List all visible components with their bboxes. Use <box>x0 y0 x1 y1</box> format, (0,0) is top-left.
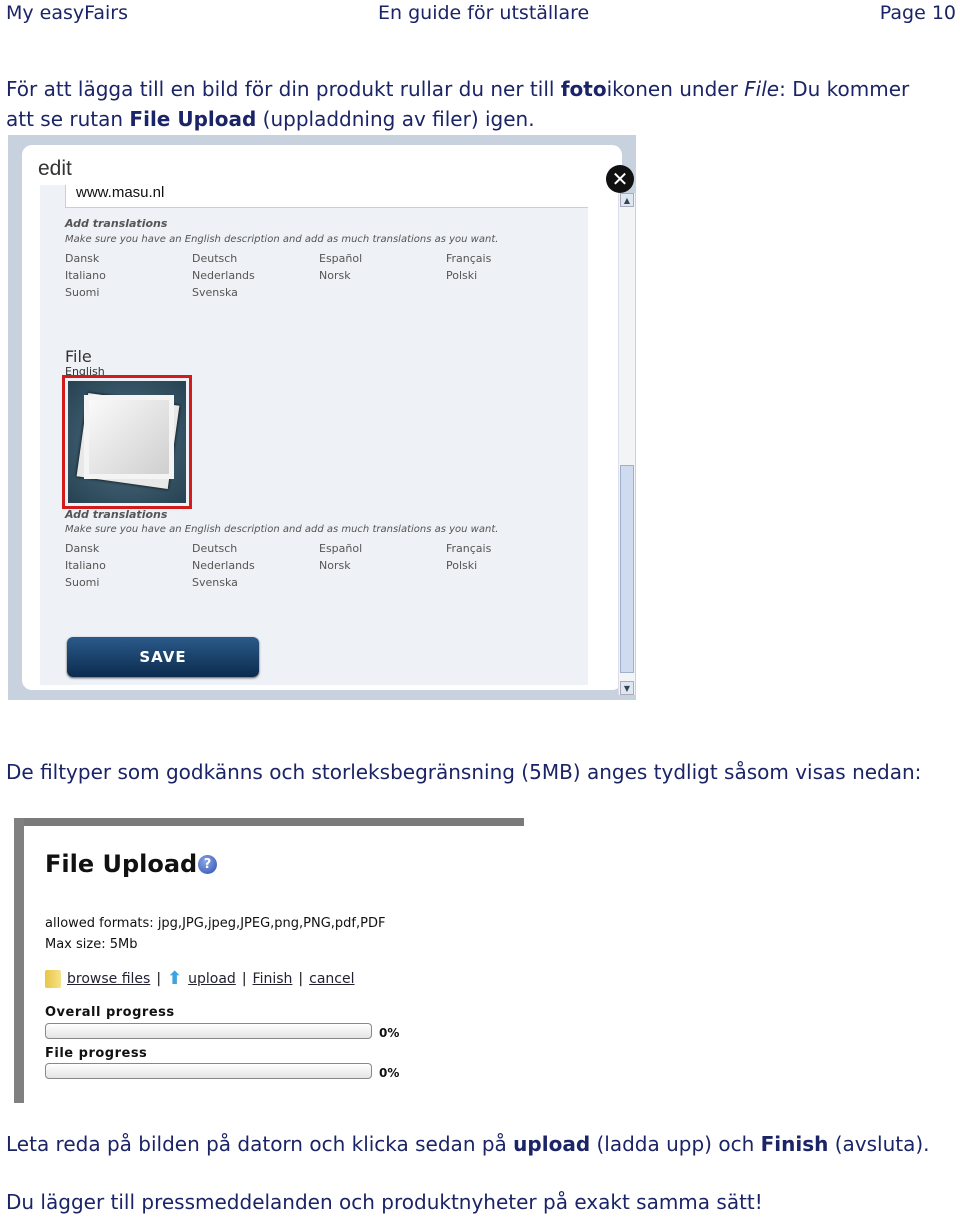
text: : Du kommer <box>779 77 910 101</box>
header-left: My easyFairs <box>6 2 128 24</box>
text: (ladda upp) och <box>590 1132 761 1156</box>
url-field[interactable]: www.masu.nl <box>65 185 588 208</box>
edit-dialog: edit ✕ www.masu.nl Add translations Make… <box>22 145 635 695</box>
language-link[interactable]: Svenska <box>192 576 319 589</box>
paragraph-4: Du lägger till pressmeddelanden och prod… <box>6 1190 763 1214</box>
dialog-title: edit <box>38 157 72 180</box>
text-bold: foto <box>560 77 607 101</box>
translations-heading-2: Add translations <box>65 508 168 521</box>
language-link[interactable]: Nederlands <box>192 269 319 282</box>
file-upload-title: File Upload <box>45 850 198 878</box>
text-bold: Finish <box>760 1132 829 1156</box>
upload-link[interactable]: upload <box>188 971 236 987</box>
text-bold: upload <box>513 1132 591 1156</box>
divider <box>14 818 24 1103</box>
separator: | <box>156 970 162 987</box>
language-link[interactable]: Italiano <box>65 559 192 572</box>
file-progress-percent: 0% <box>379 1066 400 1080</box>
paragraph-1-line-2: att se rutan File Upload (uppladdning av… <box>6 104 535 134</box>
language-link[interactable]: Nederlands <box>192 559 319 572</box>
header-page-number: Page 10 <box>879 2 956 24</box>
file-upload-screenshot: File Upload ? allowed formats: jpg,JPG,j… <box>14 818 524 1103</box>
language-link[interactable]: Deutsch <box>192 252 319 265</box>
file-progress-label: File progress <box>45 1046 148 1061</box>
translations-hint-2: Make sure you have an English descriptio… <box>65 524 499 535</box>
text-bold: File Upload <box>129 107 257 131</box>
cancel-link[interactable]: cancel <box>309 971 354 987</box>
language-link[interactable]: Español <box>319 252 446 265</box>
paragraph-3: Leta reda på bilden på datorn och klicka… <box>6 1129 930 1159</box>
paragraph-2: De filtyper som godkänns och storleksbeg… <box>6 760 922 784</box>
text: (avsluta). <box>828 1132 930 1156</box>
language-link[interactable]: Svenska <box>192 286 319 299</box>
language-link[interactable]: Dansk <box>65 542 192 555</box>
overall-progress-percent: 0% <box>379 1026 400 1040</box>
allowed-formats: allowed formats: jpg,JPG,jpeg,JPEG,png,P… <box>45 916 386 931</box>
overall-progress-bar <box>45 1023 372 1039</box>
text: För att lägga till en bild för din produ… <box>6 77 561 101</box>
max-size: Max size: 5Mb <box>45 937 138 952</box>
scrollbar[interactable]: ▲ ▼ <box>618 193 635 695</box>
browse-files-link[interactable]: browse files <box>67 971 150 987</box>
language-link[interactable]: Polski <box>446 269 573 282</box>
text-italic: File <box>744 77 780 101</box>
text: ikonen under <box>606 77 745 101</box>
photo-icon-highlighted[interactable] <box>62 375 192 509</box>
language-link[interactable]: Polski <box>446 559 573 572</box>
language-link[interactable]: Suomi <box>65 576 192 589</box>
help-icon[interactable]: ? <box>198 855 217 874</box>
language-list-2: Dansk Deutsch Español Français Italiano … <box>65 542 585 589</box>
file-heading: File <box>65 347 92 366</box>
dialog-content: www.masu.nl Add translations Make sure y… <box>40 185 588 685</box>
scrollbar-thumb[interactable] <box>620 465 634 673</box>
language-link[interactable]: Norsk <box>319 559 446 572</box>
text: att se rutan <box>6 107 130 131</box>
text: (uppladdning av filer) igen. <box>256 107 535 131</box>
language-link[interactable]: Español <box>319 542 446 555</box>
scroll-up-icon[interactable]: ▲ <box>620 193 634 207</box>
translations-heading: Add translations <box>65 217 168 230</box>
language-link[interactable]: Deutsch <box>192 542 319 555</box>
finish-link[interactable]: Finish <box>253 971 293 987</box>
scroll-down-icon[interactable]: ▼ <box>620 681 634 695</box>
upload-actions: browse files | ⬆ upload | Finish | cance… <box>45 968 354 989</box>
divider <box>14 818 524 826</box>
upload-arrow-icon: ⬆ <box>167 968 183 989</box>
header-center: En guide för utställare <box>378 2 590 24</box>
language-list-1: Dansk Deutsch Español Français Italiano … <box>65 252 585 299</box>
save-button[interactable]: SAVE <box>67 637 259 677</box>
separator: | <box>298 970 304 987</box>
overall-progress-label: Overall progress <box>45 1005 175 1020</box>
file-progress-bar <box>45 1063 372 1079</box>
language-link[interactable]: Dansk <box>65 252 192 265</box>
edit-dialog-screenshot: edit ✕ www.masu.nl Add translations Make… <box>8 135 636 700</box>
folder-icon <box>45 969 61 988</box>
language-link[interactable]: Norsk <box>319 269 446 282</box>
translations-hint: Make sure you have an English descriptio… <box>65 234 499 245</box>
document-page: My easyFairs En guide för utställare Pag… <box>0 0 960 1218</box>
separator: | <box>241 970 247 987</box>
text: Leta reda på bilden på datorn och klicka… <box>6 1132 514 1156</box>
paragraph-1-line-1: För att lägga till en bild för din produ… <box>6 74 909 104</box>
language-link[interactable]: Français <box>446 252 573 265</box>
language-link[interactable]: Français <box>446 542 573 555</box>
language-link[interactable]: Italiano <box>65 269 192 282</box>
language-link[interactable]: Suomi <box>65 286 192 299</box>
close-icon[interactable]: ✕ <box>606 165 634 193</box>
